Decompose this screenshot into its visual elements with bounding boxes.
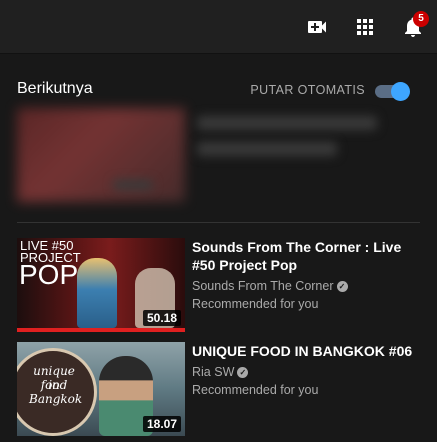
thumbnail-caption: in xyxy=(48,378,60,392)
video-channel-row: Sounds From The Corner ✓ xyxy=(192,277,414,295)
blurred-duration xyxy=(113,180,153,190)
divider xyxy=(17,222,420,223)
video-recommendation-note: Recommended for you xyxy=(192,297,319,311)
blurred-meta-line xyxy=(197,142,337,156)
up-next-heading: Berikutnya xyxy=(17,80,93,97)
video-title[interactable]: Sounds From The Corner : Live #50 Projec… xyxy=(192,238,414,274)
video-thumbnail[interactable]: unique food in Bangkok 18.07 xyxy=(17,342,185,436)
toggle-knob xyxy=(391,82,410,101)
video-info: Sounds From The Corner : Live #50 Projec… xyxy=(192,238,414,313)
video-duration: 50.18 xyxy=(142,310,181,326)
top-app-bar: 5 xyxy=(0,0,437,54)
verified-check-icon: ✓ xyxy=(237,367,249,379)
blurred-title-line xyxy=(197,116,377,130)
thumbnail-caption: POP xyxy=(19,259,79,290)
video-info: UNIQUE FOOD IN BANGKOK #06 Ria SW ✓ Recom… xyxy=(192,342,414,399)
video-channel[interactable]: Ria SW xyxy=(192,365,234,379)
video-item[interactable]: LIVE #50 PROJECT POP 50.18 Sounds From T… xyxy=(17,238,420,332)
video-item[interactable]: unique food in Bangkok 18.07 UNIQUE FOOD… xyxy=(17,342,420,436)
verified-check-icon: ✓ xyxy=(336,281,348,293)
blurred-up-next-video[interactable] xyxy=(17,108,417,213)
video-title[interactable]: UNIQUE FOOD IN BANGKOK #06 xyxy=(192,342,414,360)
video-thumbnail[interactable]: LIVE #50 PROJECT POP 50.18 xyxy=(17,238,185,332)
video-channel-row: Ria SW ✓ xyxy=(192,363,414,381)
autoplay-toggle[interactable] xyxy=(373,82,410,101)
thumbnail-caption: Bangkok xyxy=(29,392,83,406)
video-camera-add-icon[interactable] xyxy=(305,15,329,39)
autoplay-label: PUTAR OTOMATIS xyxy=(250,83,365,97)
video-channel[interactable]: Sounds From The Corner xyxy=(192,279,334,293)
video-recommendation-note: Recommended for you xyxy=(192,383,319,397)
thumbnail-figure xyxy=(77,258,117,328)
notification-badge: 5 xyxy=(413,11,429,27)
apps-grid-icon[interactable] xyxy=(353,15,377,39)
thumbnail-red-bar xyxy=(17,328,185,332)
video-duration: 18.07 xyxy=(142,416,181,432)
blurred-thumbnail xyxy=(17,108,185,202)
